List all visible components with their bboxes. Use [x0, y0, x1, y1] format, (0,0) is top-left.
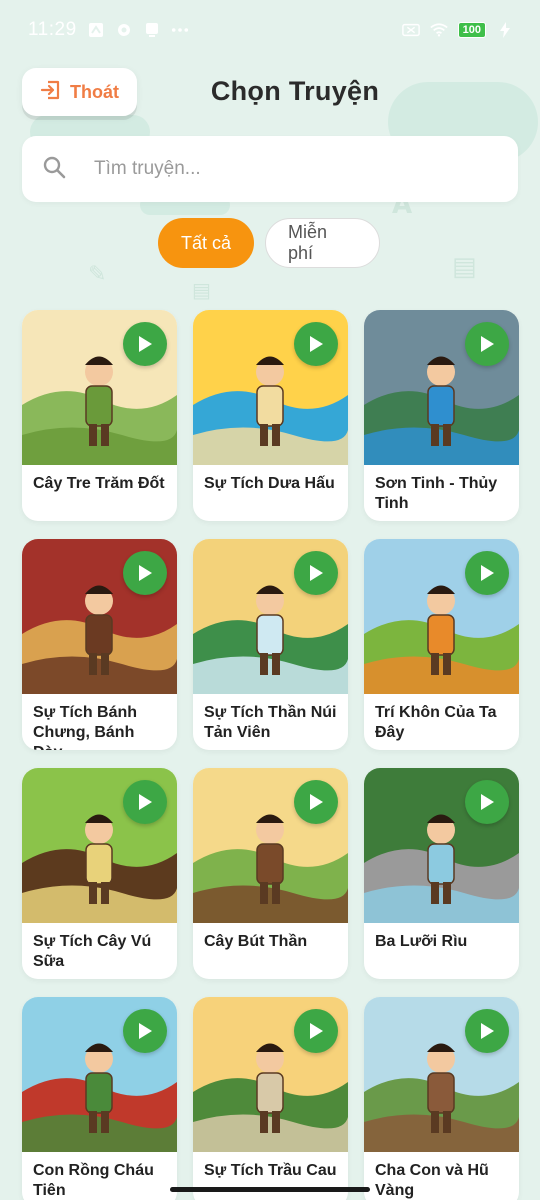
- story-title: Sự Tích Dưa Hấu: [204, 475, 335, 492]
- story-thumbnail: [193, 768, 348, 923]
- search-bar[interactable]: [22, 136, 518, 202]
- story-title: Cha Con và Hũ Vàng: [375, 1162, 489, 1199]
- story-title: Con Rồng Cháu Tiên: [33, 1162, 154, 1199]
- play-button[interactable]: [123, 551, 167, 595]
- play-icon: [479, 793, 495, 811]
- story-card[interactable]: Sự Tích Trầu Cau: [193, 997, 348, 1200]
- story-card[interactable]: Sự Tích Cây Vú Sữa: [22, 768, 177, 979]
- story-card[interactable]: Sự Tích Bánh Chưng, Bánh Dày: [22, 539, 177, 750]
- status-bar: 11:29 100: [0, 0, 540, 60]
- play-icon: [479, 1022, 495, 1040]
- play-icon: [479, 564, 495, 582]
- story-title: Ba Lưỡi Rìu: [375, 933, 468, 950]
- story-title: Sự Tích Cây Vú Sữa: [33, 933, 152, 970]
- story-title: Sự Tích Bánh Chưng, Bánh Dày: [33, 704, 138, 750]
- play-button[interactable]: [465, 551, 509, 595]
- story-card[interactable]: Trí Khôn Của Ta Đây: [364, 539, 519, 750]
- story-card[interactable]: Cha Con và Hũ Vàng: [364, 997, 519, 1200]
- play-icon: [137, 1022, 153, 1040]
- download-icon: [143, 21, 161, 39]
- story-card[interactable]: Sơn Tinh - Thủy Tinh: [364, 310, 519, 521]
- battery-icon: 100: [457, 22, 486, 38]
- filter-all[interactable]: Tất cả: [158, 218, 254, 268]
- sim-icon: [401, 21, 420, 39]
- cast-icon: [87, 21, 105, 39]
- story-title: Trí Khôn Của Ta Đây: [375, 704, 497, 741]
- story-card[interactable]: Sự Tích Dưa Hấu: [193, 310, 348, 521]
- play-button[interactable]: [294, 1009, 338, 1053]
- play-icon: [308, 564, 324, 582]
- home-indicator[interactable]: [170, 1187, 370, 1192]
- story-card[interactable]: Cây Tre Trăm Đốt: [22, 310, 177, 521]
- story-thumbnail: [193, 310, 348, 465]
- more-icon: [171, 21, 189, 39]
- search-input[interactable]: [94, 158, 474, 180]
- story-card[interactable]: Sự Tích Thần Núi Tản Viên: [193, 539, 348, 750]
- play-button[interactable]: [294, 780, 338, 824]
- charging-icon: [496, 21, 514, 39]
- story-title: Sơn Tinh - Thủy Tinh: [375, 475, 498, 512]
- story-grid: Cây Tre Trăm Đốt Sự Tích Dưa Hấu Sơn Tinh …: [22, 310, 519, 1200]
- story-title: Cây Bút Thần: [204, 933, 308, 950]
- play-button[interactable]: [123, 780, 167, 824]
- story-title: Cây Tre Trăm Đốt: [33, 475, 165, 492]
- story-card[interactable]: Cây Bút Thần: [193, 768, 348, 979]
- play-icon: [137, 793, 153, 811]
- play-button[interactable]: [465, 322, 509, 366]
- play-icon: [137, 564, 153, 582]
- story-thumbnail: [22, 768, 177, 923]
- story-thumbnail: [364, 768, 519, 923]
- play-icon: [479, 335, 495, 353]
- story-thumbnail: [364, 997, 519, 1152]
- story-card[interactable]: Ba Lưỡi Rìu: [364, 768, 519, 979]
- story-thumbnail: [193, 997, 348, 1152]
- story-card[interactable]: Con Rồng Cháu Tiên: [22, 997, 177, 1200]
- play-button[interactable]: [294, 551, 338, 595]
- play-button[interactable]: [294, 322, 338, 366]
- story-thumbnail: [22, 539, 177, 694]
- wifi-icon: [429, 21, 448, 39]
- story-thumbnail: [22, 310, 177, 465]
- play-button[interactable]: [465, 1009, 509, 1053]
- page-title: Chọn Truyện: [210, 76, 380, 106]
- notification-icon: [115, 21, 133, 39]
- status-time: 11:29: [28, 19, 77, 40]
- story-thumbnail: [364, 310, 519, 465]
- play-button[interactable]: [123, 1009, 167, 1053]
- filter-free[interactable]: Miễn phí: [265, 218, 380, 268]
- play-icon: [137, 335, 153, 353]
- header: Thoát Chọn Truyện: [0, 66, 540, 122]
- play-button[interactable]: [123, 322, 167, 366]
- search-icon: [42, 155, 66, 184]
- story-thumbnail: [22, 997, 177, 1152]
- story-title: Sự Tích Trầu Cau: [204, 1162, 337, 1179]
- story-title: Sự Tích Thần Núi Tản Viên: [204, 704, 337, 741]
- play-icon: [308, 793, 324, 811]
- story-thumbnail: [193, 539, 348, 694]
- play-icon: [308, 1022, 324, 1040]
- filter-tabs: Tất cả Miễn phí: [158, 218, 380, 268]
- story-thumbnail: [364, 539, 519, 694]
- play-button[interactable]: [465, 780, 509, 824]
- play-icon: [308, 335, 324, 353]
